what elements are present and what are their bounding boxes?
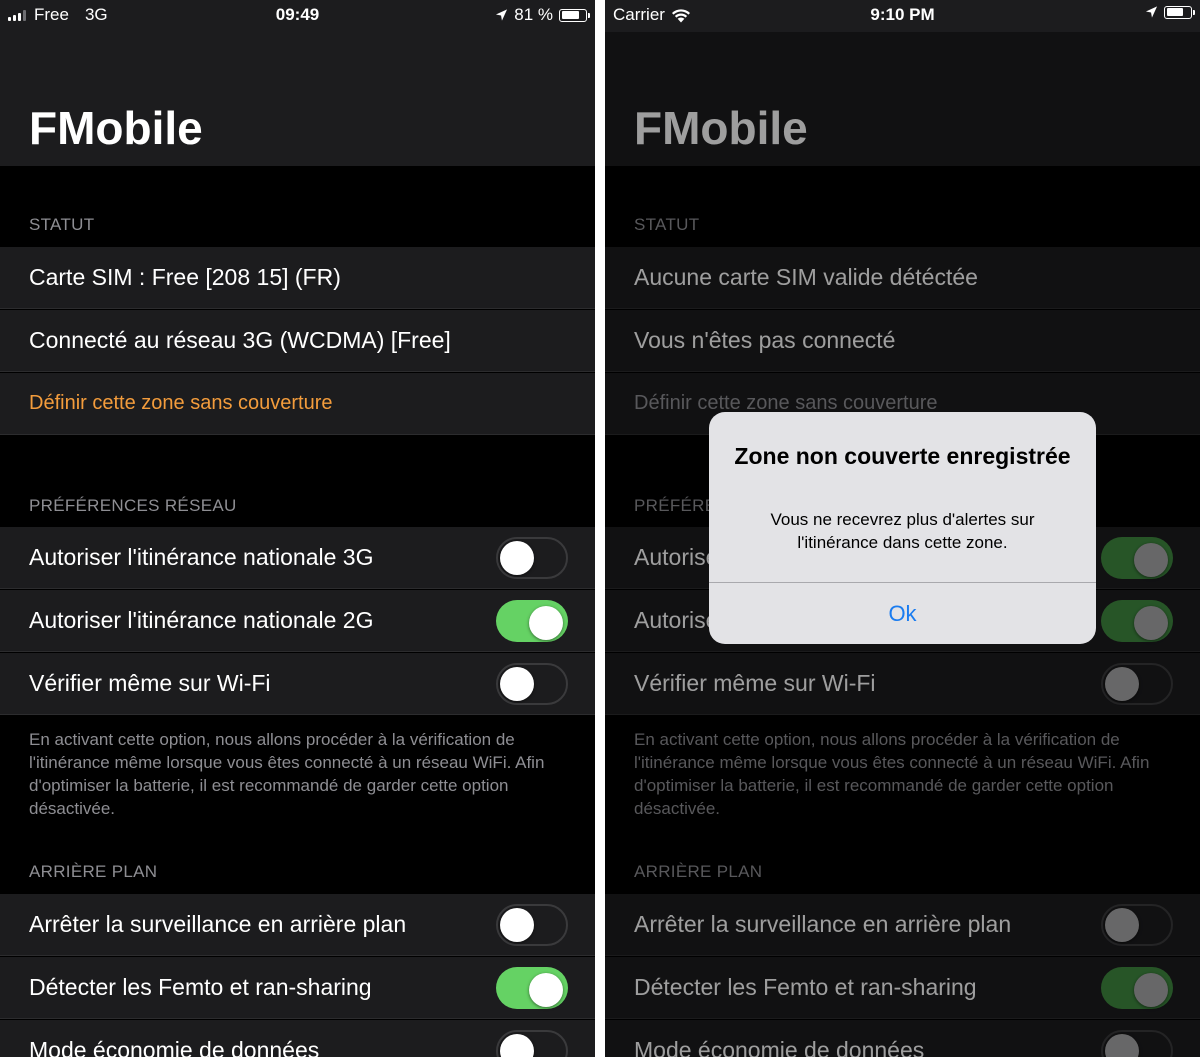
- section-header-statut: STATUT: [29, 215, 95, 234]
- row-stop-background: Arrêter la surveillance en arrière plan: [0, 894, 595, 956]
- row-data-saver: Mode économie de données: [0, 1020, 595, 1057]
- roaming-2g-label: Autoriser l'itinérance nationale 2G: [29, 607, 374, 633]
- phone-screen-right: Carrier 9:10 PM FMobile STATUT Aucune ca…: [605, 0, 1200, 1057]
- alert-dialog: Zone non couverte enregistrée Vous ne re…: [709, 412, 1096, 644]
- section-header-background: ARRIÈRE PLAN: [29, 862, 158, 881]
- roaming-3g-toggle[interactable]: [496, 537, 568, 579]
- toggle-knob: [500, 908, 534, 942]
- stop-background-toggle[interactable]: [496, 904, 568, 946]
- alert-title: Zone non couverte enregistrée: [734, 443, 1071, 469]
- detect-femto-toggle[interactable]: [496, 967, 568, 1009]
- status-bar: Free 3G 09:49 81 %: [0, 0, 595, 32]
- alert-message: Vous ne recevrez plus d'alertes sur l'it…: [770, 510, 1035, 552]
- row-roaming-3g: Autoriser l'itinérance nationale 3G: [0, 527, 595, 589]
- row-check-wifi: Vérifier même sur Wi-Fi: [0, 653, 595, 715]
- wifi-footnote: En activant cette option, nous allons pr…: [29, 730, 545, 818]
- data-saver-label: Mode économie de données: [29, 1037, 320, 1057]
- roaming-2g-toggle[interactable]: [496, 600, 568, 642]
- navigation-bar: FMobile: [0, 32, 595, 166]
- battery-icon: [1164, 5, 1195, 19]
- row-detect-femto: Détecter les Femto et ran-sharing: [0, 957, 595, 1019]
- toggle-knob: [529, 606, 563, 640]
- toggle-knob: [500, 1034, 534, 1057]
- status-bar: Carrier 9:10 PM: [605, 0, 1200, 32]
- stop-background-label: Arrêter la surveillance en arrière plan: [29, 911, 407, 937]
- battery-percent: 81 %: [514, 5, 553, 24]
- clock: 9:10 PM: [870, 5, 935, 24]
- page-title: FMobile: [29, 102, 203, 154]
- roaming-3g-label: Autoriser l'itinérance nationale 3G: [29, 544, 374, 570]
- phone-screen-left: Free 3G 09:49 81 % FMobile STATUT Carte …: [0, 0, 595, 1057]
- location-arrow-icon: [496, 9, 508, 21]
- network-status-label: Connecté au réseau 3G (WCDMA) [Free]: [29, 327, 451, 353]
- battery-icon: [559, 8, 590, 22]
- row-network-status: Connecté au réseau 3G (WCDMA) [Free]: [0, 310, 595, 372]
- check-wifi-toggle[interactable]: [496, 663, 568, 705]
- data-saver-toggle[interactable]: [496, 1030, 568, 1057]
- toggle-knob: [529, 973, 563, 1007]
- section-header-network-prefs: PRÉFÉRENCES RÉSEAU: [29, 496, 237, 515]
- detect-femto-label: Détecter les Femto et ran-sharing: [29, 974, 372, 1000]
- row-sim-card: Carte SIM : Free [208 15] (FR): [0, 247, 595, 309]
- alert-ok-button[interactable]: Ok: [709, 583, 1096, 644]
- check-wifi-label: Vérifier même sur Wi-Fi: [29, 670, 271, 696]
- toggle-knob: [500, 667, 534, 701]
- define-zone-label: Définir cette zone sans couverture: [29, 392, 333, 414]
- row-roaming-2g: Autoriser l'itinérance nationale 2G: [0, 590, 595, 652]
- sim-card-label: Carte SIM : Free [208 15] (FR): [29, 264, 341, 290]
- location-arrow-icon: [1145, 6, 1158, 18]
- define-zone-button[interactable]: Définir cette zone sans couverture: [0, 373, 595, 435]
- toggle-knob: [500, 541, 534, 575]
